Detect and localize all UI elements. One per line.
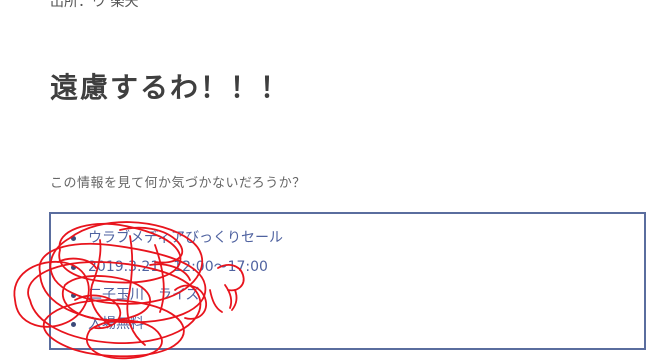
cut-off-caption: 出所：ウ 楽天 <box>50 0 139 10</box>
list-item: 二子玉川 ライズ <box>60 281 283 310</box>
bullet-icon <box>71 321 76 327</box>
list-item-text: ウラブメディアびっくりセール <box>88 230 284 246</box>
info-list: ウラブメディアびっくりセール 2019.3.21 12:00〜17:00 二子玉… <box>60 224 283 338</box>
list-item: 入場無料 <box>60 310 283 339</box>
bullet-icon <box>71 236 76 241</box>
intro-text: この情報を見て何か気づかないだろうか？ <box>50 176 306 191</box>
page-heading: 遠慮するわ！！！ <box>50 71 291 104</box>
list-item: ウラブメディアびっくりセール <box>60 224 283 253</box>
list-item-text: 二子玉川 ライズ <box>88 287 200 303</box>
list-item-text: 入場無料 <box>88 315 144 332</box>
list-item-text: 2019.3.21 12:00〜17:00 <box>88 258 268 275</box>
list-item: 2019.3.21 12:00〜17:00 <box>60 253 283 282</box>
bullet-icon <box>71 264 76 270</box>
bullet-icon <box>71 293 76 298</box>
